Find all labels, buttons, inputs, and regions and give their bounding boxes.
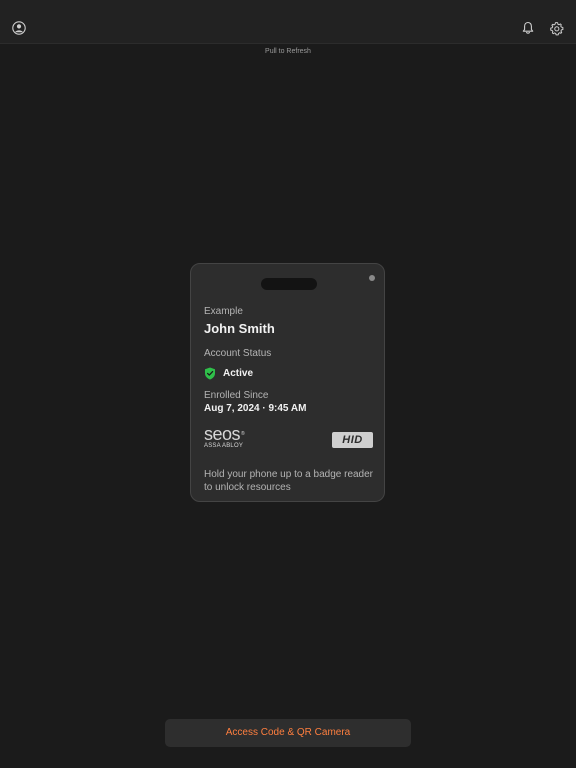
bell-icon[interactable]	[517, 17, 539, 39]
badge-instructions: Hold your phone up to a badge reader to …	[204, 469, 374, 493]
account-status-value: Active	[223, 367, 254, 379]
seos-logo: seos® ASSA ABLOY	[204, 424, 245, 449]
shield-check-icon	[204, 367, 216, 380]
access-code-qr-camera-button[interactable]: Access Code & QR Camera	[165, 719, 411, 747]
user-name: John Smith	[204, 321, 275, 336]
top-bar	[0, 0, 576, 44]
seos-logo-text: seos	[204, 424, 241, 444]
organization-name: Example	[204, 306, 243, 317]
pull-to-refresh-label: Pull to Refresh	[265, 48, 311, 55]
enrolled-since-value: Aug 7, 2024 · 9:45 AM	[204, 403, 307, 414]
app-screen: Pull to Refresh Example John Smith Accou…	[0, 0, 576, 768]
profile-icon[interactable]	[8, 17, 30, 39]
account-status-row: Active	[204, 366, 374, 380]
lanyard-slot	[261, 278, 317, 290]
badge-details: Example John Smith Account Status Active…	[204, 306, 374, 494]
gear-icon[interactable]	[545, 17, 567, 39]
logos-row: seos® ASSA ABLOY HID	[204, 424, 374, 454]
card-indicator-dot	[369, 275, 375, 281]
hid-logo: HID	[332, 432, 373, 448]
account-status-label: Account Status	[204, 348, 272, 359]
badge-card: Example John Smith Account Status Active…	[190, 263, 385, 502]
enrolled-since-label: Enrolled Since	[204, 390, 269, 401]
assa-abloy-text: ASSA ABLOY	[204, 443, 244, 449]
